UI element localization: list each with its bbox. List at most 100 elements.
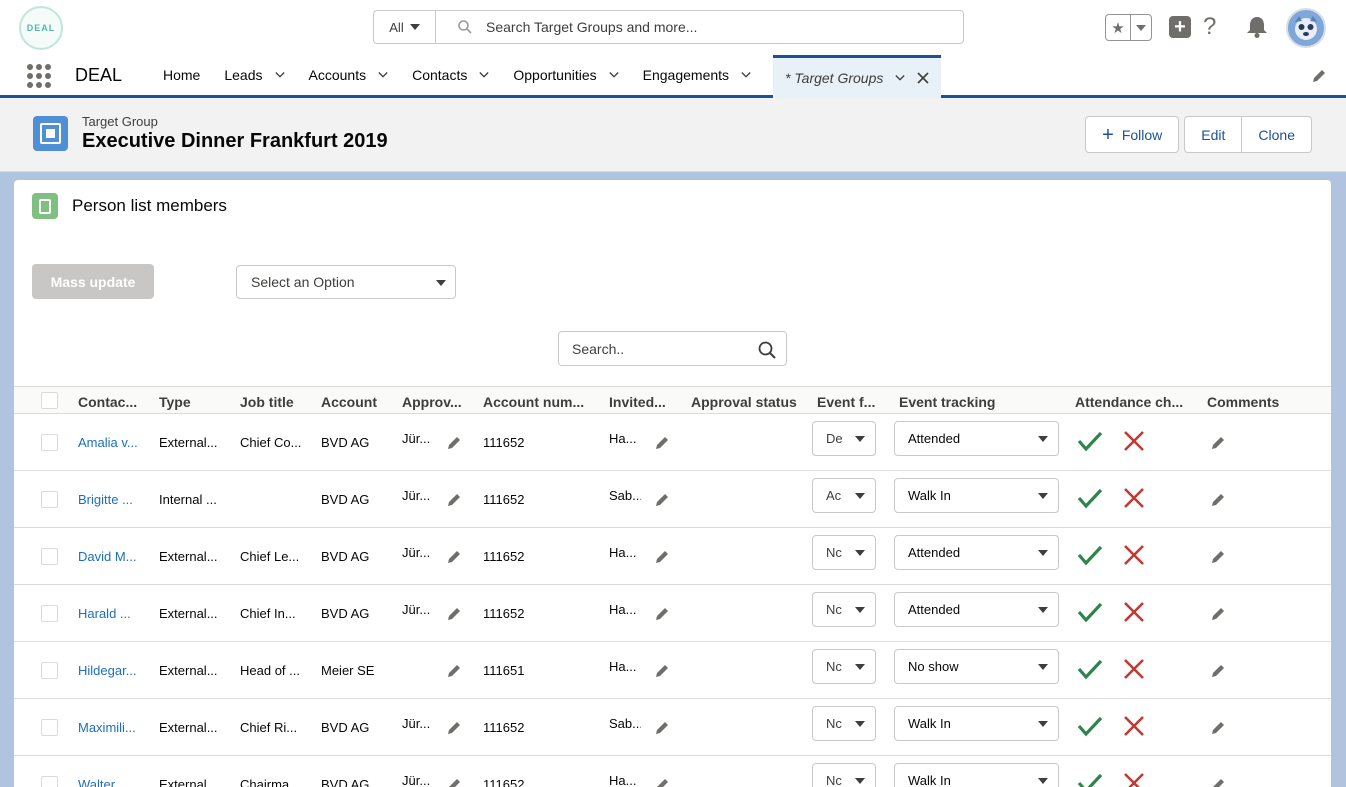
cross-icon[interactable]	[1123, 544, 1145, 566]
row-checkbox[interactable]	[41, 434, 58, 451]
event-f-select[interactable]: Nc	[812, 763, 876, 787]
event-tracking-select[interactable]: Attended	[894, 421, 1059, 456]
option-select[interactable]: Select an Option	[236, 265, 456, 299]
select-all-checkbox[interactable]	[41, 392, 58, 409]
contact-link[interactable]: Walter ...	[78, 777, 144, 787]
event-tracking-select[interactable]: Walk In	[894, 478, 1059, 513]
row-checkbox[interactable]	[41, 719, 58, 736]
row-checkbox[interactable]	[41, 662, 58, 679]
close-icon[interactable]	[917, 72, 929, 84]
checkmark-icon[interactable]	[1077, 487, 1103, 509]
mass-update-button[interactable]: Mass update	[32, 264, 154, 299]
chevron-down-icon[interactable]	[479, 70, 489, 80]
chevron-down-icon[interactable]	[895, 73, 906, 83]
pencil-icon[interactable]	[447, 721, 461, 735]
col-type[interactable]: Type	[159, 394, 191, 410]
checkmark-icon[interactable]	[1077, 772, 1103, 787]
pencil-icon[interactable]	[655, 721, 669, 735]
comment-pencil-icon[interactable]	[1211, 664, 1225, 678]
search-icon[interactable]	[758, 341, 776, 359]
pencil-icon[interactable]	[447, 436, 461, 450]
col-approver[interactable]: Approv...	[402, 394, 462, 410]
cross-icon[interactable]	[1123, 715, 1145, 737]
user-avatar[interactable]	[1286, 8, 1326, 48]
pencil-icon[interactable]	[447, 607, 461, 621]
clone-button[interactable]: Clone	[1242, 116, 1312, 153]
pencil-icon[interactable]	[655, 664, 669, 678]
checkmark-icon[interactable]	[1077, 430, 1103, 452]
row-checkbox[interactable]	[41, 548, 58, 565]
pencil-icon[interactable]	[655, 607, 669, 621]
checkmark-icon[interactable]	[1077, 544, 1103, 566]
nav-item-contacts[interactable]: Contacts	[400, 55, 501, 95]
chevron-down-icon[interactable]	[274, 70, 285, 80]
cross-icon[interactable]	[1123, 601, 1145, 623]
col-invited[interactable]: Invited...	[609, 394, 666, 410]
pencil-icon[interactable]	[447, 778, 461, 787]
favorites-star-icon[interactable]: ★	[1106, 15, 1131, 40]
chevron-down-icon[interactable]	[378, 70, 388, 80]
row-checkbox[interactable]	[41, 605, 58, 622]
pencil-icon[interactable]	[655, 550, 669, 564]
chevron-down-icon[interactable]	[609, 70, 619, 80]
event-f-select[interactable]: Nc	[812, 535, 876, 570]
contact-link[interactable]: Harald ...	[78, 606, 144, 621]
col-event-f[interactable]: Event f...	[817, 394, 875, 410]
checkmark-icon[interactable]	[1077, 658, 1103, 680]
table-search-input[interactable]: Search..	[558, 331, 787, 366]
nav-item-engagements[interactable]: Engagements	[631, 55, 763, 95]
comment-pencil-icon[interactable]	[1211, 721, 1225, 735]
event-tracking-select[interactable]: Attended	[894, 535, 1059, 570]
row-checkbox[interactable]	[41, 776, 58, 787]
event-f-select[interactable]: Nc	[812, 592, 876, 627]
org-logo[interactable]: DEAL	[19, 6, 63, 50]
contact-link[interactable]: Hildegar...	[78, 663, 144, 678]
cross-icon[interactable]	[1123, 430, 1145, 452]
event-tracking-select[interactable]: Walk In	[894, 706, 1059, 741]
comment-pencil-icon[interactable]	[1211, 607, 1225, 621]
cross-icon[interactable]	[1123, 487, 1145, 509]
pencil-icon[interactable]	[655, 436, 669, 450]
edit-button[interactable]: Edit	[1184, 116, 1243, 153]
comment-pencil-icon[interactable]	[1211, 778, 1225, 787]
event-f-select[interactable]: Ac	[812, 478, 876, 513]
event-tracking-select[interactable]: Walk In	[894, 763, 1059, 787]
contact-link[interactable]: Maximili...	[78, 720, 144, 735]
comment-pencil-icon[interactable]	[1211, 493, 1225, 507]
global-actions-plus-icon[interactable]: +	[1169, 16, 1191, 38]
search-scope-dropdown[interactable]: All	[374, 11, 436, 43]
comment-pencil-icon[interactable]	[1211, 436, 1225, 450]
contact-link[interactable]: Brigitte ...	[78, 492, 144, 507]
checkmark-icon[interactable]	[1077, 715, 1103, 737]
col-account-number[interactable]: Account num...	[483, 394, 584, 410]
contact-link[interactable]: Amalia v...	[78, 435, 144, 450]
pencil-icon[interactable]	[447, 664, 461, 678]
col-job-title[interactable]: Job title	[240, 394, 294, 410]
nav-item-home[interactable]: Home	[151, 55, 212, 95]
pencil-icon[interactable]	[447, 550, 461, 564]
col-attendance[interactable]: Attendance ch...	[1075, 394, 1183, 410]
chevron-down-icon[interactable]	[741, 70, 751, 80]
pencil-icon[interactable]	[655, 493, 669, 507]
event-tracking-select[interactable]: No show	[894, 649, 1059, 684]
nav-item-leads[interactable]: Leads	[212, 55, 296, 95]
follow-button[interactable]: + Follow	[1085, 116, 1180, 153]
row-checkbox[interactable]	[41, 491, 58, 508]
event-f-select[interactable]: De	[812, 421, 876, 456]
nav-item-accounts[interactable]: Accounts	[297, 55, 401, 95]
col-approval-status[interactable]: Approval status	[691, 394, 797, 410]
pencil-icon[interactable]	[655, 778, 669, 787]
cross-icon[interactable]	[1123, 772, 1145, 787]
event-tracking-select[interactable]: Attended	[894, 592, 1059, 627]
comment-pencil-icon[interactable]	[1211, 550, 1225, 564]
col-account[interactable]: Account	[321, 394, 377, 410]
cross-icon[interactable]	[1123, 658, 1145, 680]
app-launcher-icon[interactable]	[27, 64, 51, 88]
edit-nav-pencil-icon[interactable]	[1312, 69, 1326, 83]
col-event-tracking[interactable]: Event tracking	[899, 394, 995, 410]
tab-target-groups[interactable]: * Target Groups	[773, 55, 942, 98]
nav-item-opportunities[interactable]: Opportunities	[501, 55, 630, 95]
notifications-bell-icon[interactable]	[1245, 16, 1269, 38]
search-input[interactable]: Search Target Groups and more...	[486, 19, 697, 35]
col-contact[interactable]: Contac...	[78, 394, 137, 410]
